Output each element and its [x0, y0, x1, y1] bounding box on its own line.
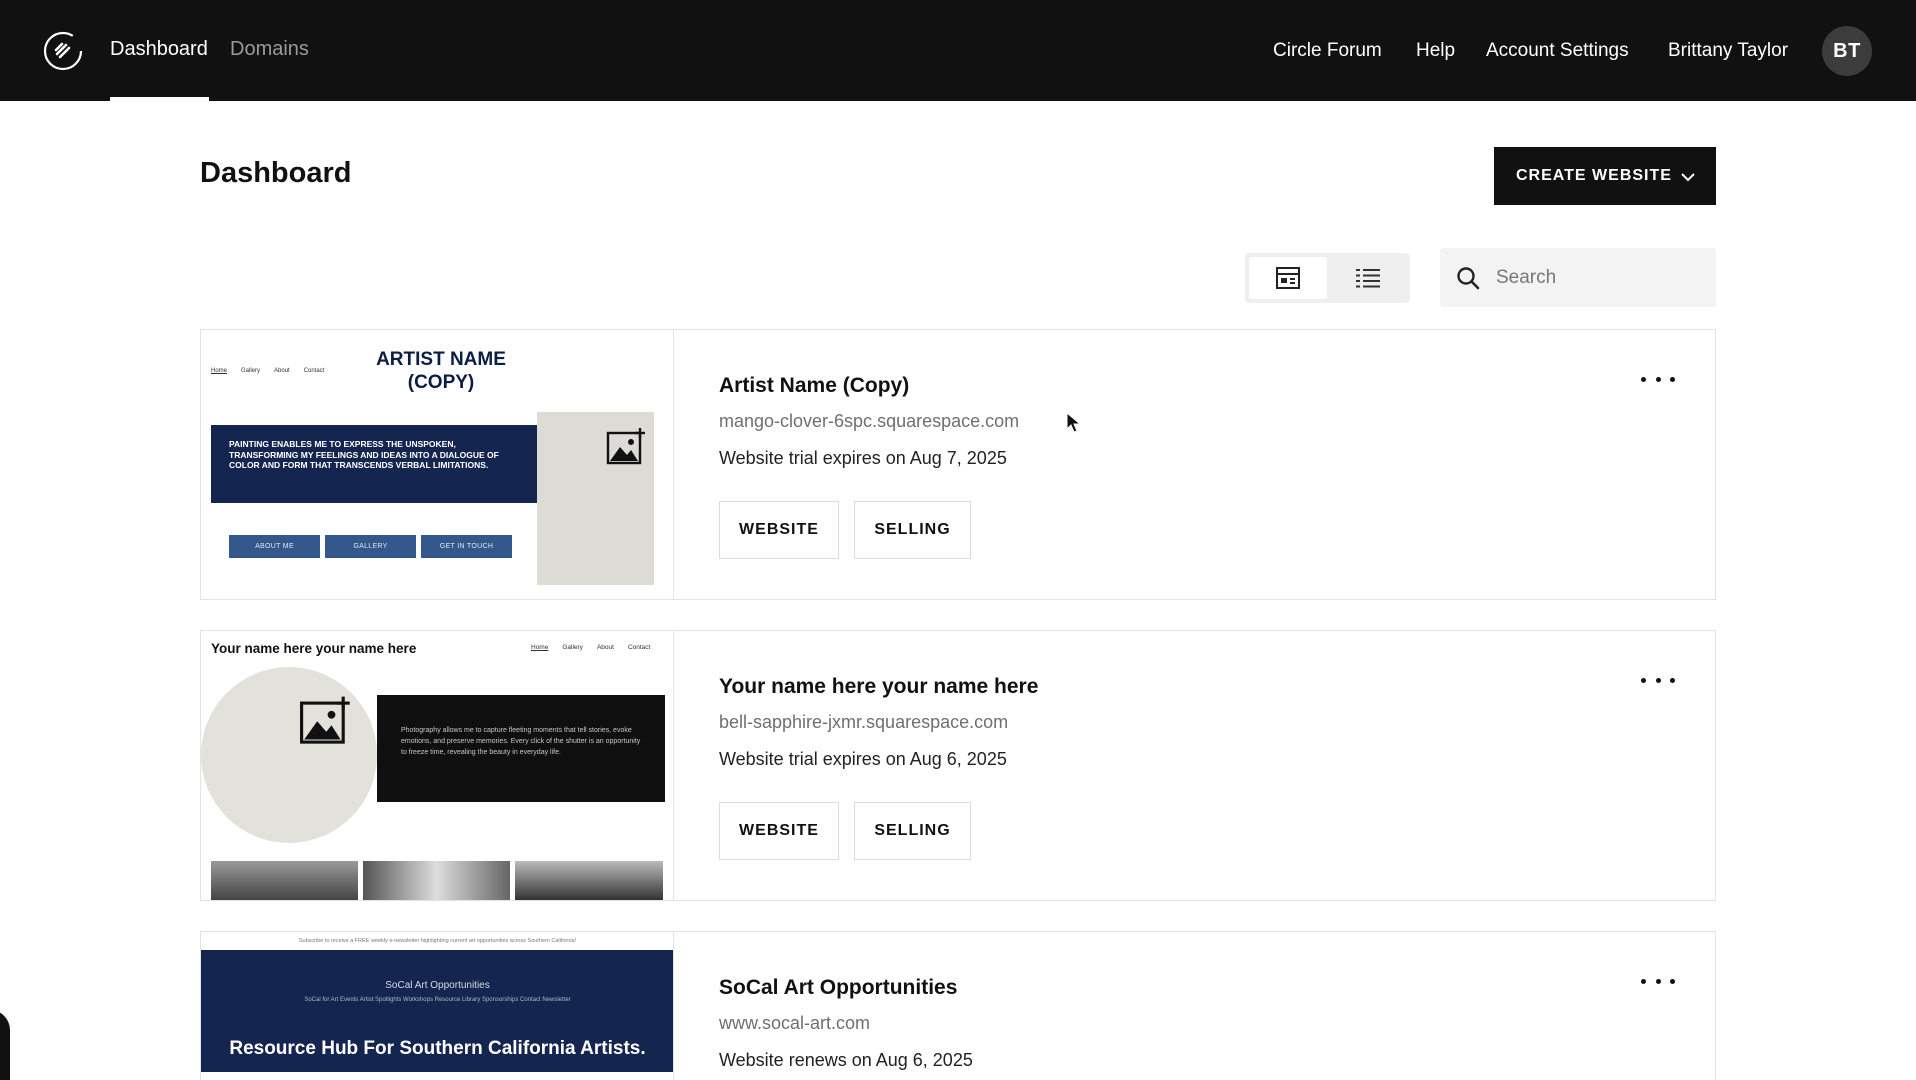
side-help-tab[interactable] [0, 1010, 10, 1080]
site-domain[interactable]: www.socal-art.com [719, 1013, 870, 1034]
more-options-icon[interactable] [1641, 673, 1675, 687]
preview-photo [515, 861, 663, 900]
selling-button[interactable]: SELLING [854, 802, 971, 860]
more-options-icon[interactable] [1641, 974, 1675, 988]
site-name[interactable]: SoCal Art Opportunities [719, 976, 957, 1000]
preview-heading: Your name here your name here [211, 641, 417, 656]
create-website-button[interactable]: CREATE WEBSITE [1494, 147, 1716, 205]
preview-nav: Home Gallery About Contact [531, 644, 651, 651]
preview-photo [211, 861, 358, 900]
preview-banner-text: PAINTING ENABLES ME TO EXPRESS THE UNSPO… [211, 425, 537, 503]
site-name[interactable]: Artist Name (Copy) [719, 374, 909, 398]
search-box [1440, 248, 1716, 307]
list-view-button[interactable] [1329, 257, 1407, 299]
site-preview-thumbnail[interactable]: Your name here your name here Home Galle… [201, 631, 674, 900]
site-card: Your name here your name here Home Galle… [200, 630, 1716, 901]
website-button[interactable]: WEBSITE [719, 501, 839, 559]
preview-nav: Home Gallery About Contact [211, 368, 325, 374]
add-image-icon [300, 696, 350, 744]
add-image-icon [606, 428, 645, 465]
site-domain[interactable]: mango-clover-6spc.squarespace.com [719, 411, 1019, 432]
search-input[interactable] [1496, 248, 1706, 307]
preview-circle-image [201, 667, 377, 843]
site-preview-thumbnail[interactable]: Home Gallery About Contact ARTIST NAME (… [201, 330, 674, 599]
site-status: Website trial expires on Aug 7, 2025 [719, 448, 1007, 468]
site-name[interactable]: Your name here your name here [719, 675, 1038, 699]
site-domain[interactable]: bell-sapphire-jxmr.squarespace.com [719, 712, 1008, 733]
grid-view-icon [1276, 267, 1300, 289]
nav-link-circle-forum[interactable]: Circle Forum [1273, 40, 1382, 62]
user-name[interactable]: Brittany Taylor [1668, 40, 1788, 62]
preview-title: ARTIST NAME (COPY) [376, 349, 506, 393]
preview-photo [363, 861, 510, 900]
site-card: Subscribe to receive a FREE weekly e-new… [200, 931, 1716, 1080]
site-card: Home Gallery About Contact ARTIST NAME (… [200, 329, 1716, 600]
top-navigation-bar: Dashboard Domains Circle Forum Help Acco… [0, 0, 1916, 101]
avatar[interactable]: BT [1822, 26, 1872, 76]
preview-headline: Resource Hub For Southern California Art… [229, 1038, 646, 1059]
active-nav-indicator [110, 97, 209, 101]
more-options-icon[interactable] [1641, 372, 1675, 386]
preview-announcement: Subscribe to receive a FREE weekly e-new… [201, 932, 673, 950]
site-status: Website trial expires on Aug 6, 2025 [719, 749, 1007, 769]
view-toggle [1245, 253, 1410, 303]
mouse-cursor-icon [1066, 412, 1082, 433]
list-view-icon [1356, 269, 1380, 288]
nav-link-dashboard[interactable]: Dashboard [110, 38, 208, 61]
site-status: Website renews on Aug 6, 2025 [719, 1050, 973, 1070]
preview-buttons: ABOUT ME GALLERY GET IN TOUCH [229, 535, 512, 558]
nav-link-domains[interactable]: Domains [230, 38, 309, 61]
page-title: Dashboard [200, 157, 352, 189]
grid-view-button[interactable] [1249, 257, 1327, 299]
nav-link-account-settings[interactable]: Account Settings [1486, 40, 1629, 62]
selling-button[interactable]: SELLING [854, 501, 971, 559]
create-website-label: CREATE WEBSITE [1516, 167, 1672, 184]
search-icon [1457, 267, 1480, 290]
site-preview-thumbnail[interactable]: Subscribe to receive a FREE weekly e-new… [201, 932, 674, 1080]
chevron-down-icon [1681, 173, 1695, 182]
preview-site-title: SoCal Art Opportunities [385, 980, 490, 991]
preview-text-block: Photography allows me to capture fleetin… [377, 695, 665, 802]
website-button[interactable]: WEBSITE [719, 802, 839, 860]
nav-link-help[interactable]: Help [1416, 40, 1455, 62]
preview-hero: SoCal Art Opportunities SoCal for Art Ev… [201, 950, 673, 1072]
squarespace-logo-icon[interactable] [42, 30, 84, 72]
preview-nav: SoCal for Art Events Artist Spotlights W… [304, 997, 571, 1003]
